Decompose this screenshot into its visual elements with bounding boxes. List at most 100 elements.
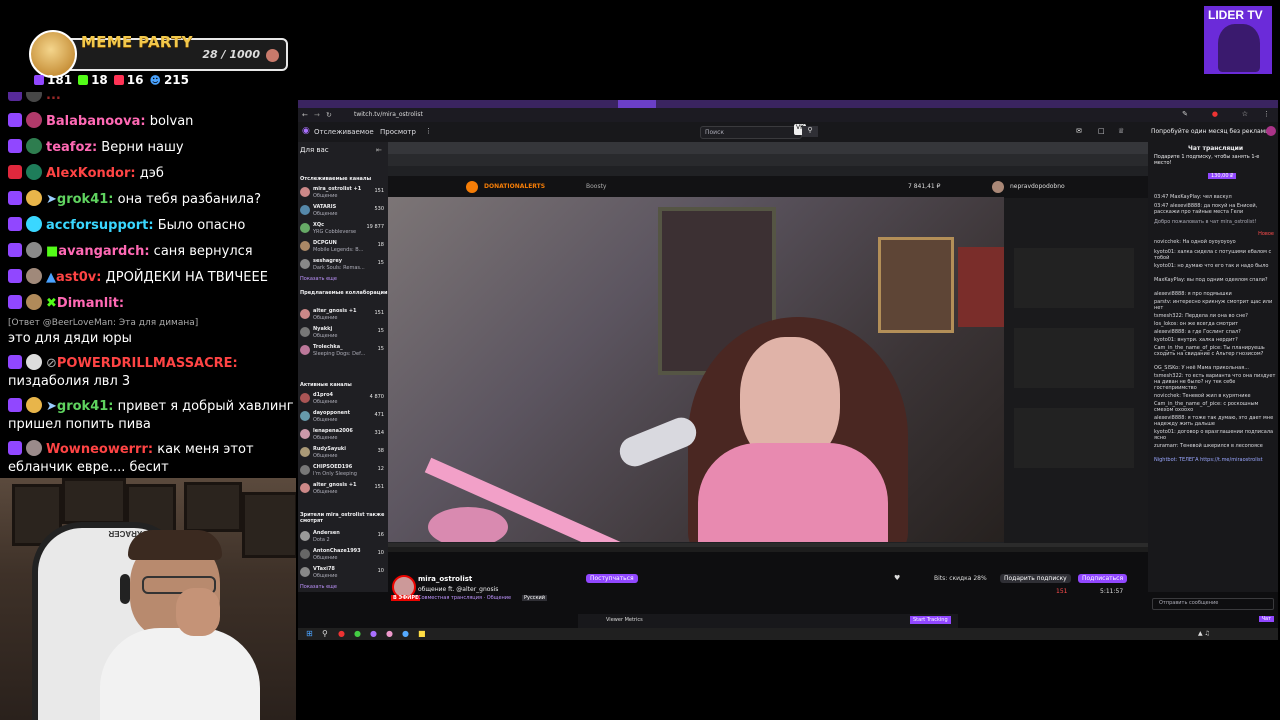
search-button-icon[interactable]: ⚲ xyxy=(802,126,818,137)
sidebar-channel[interactable]: d1pro4 Общение 4 870 xyxy=(300,392,386,408)
sidebar-channel[interactable]: XQc YRG Cobbleverse 19 877 xyxy=(300,222,386,238)
sidebar-channel[interactable]: mira_ostrolist +1 Общение 151 xyxy=(300,186,386,202)
collapse-icon[interactable]: ⇤ xyxy=(376,146,382,154)
streamer-name[interactable]: mira_ostrolist xyxy=(418,575,472,583)
twitch-logo-icon[interactable]: ◉ xyxy=(302,126,310,136)
bits-button[interactable]: Bits: скидка 28% xyxy=(934,575,987,582)
show-more-link[interactable]: Показать еще xyxy=(300,276,337,282)
bookmark-icon[interactable]: ☆ xyxy=(1242,110,1248,118)
nav-browse[interactable]: Просмотр xyxy=(380,128,416,136)
browser-taskbar-icon[interactable]: ● xyxy=(338,629,345,638)
chat-message: ⊘POWERDRILLMASSACRE: xyxy=(8,354,238,373)
nav-following[interactable]: Отслеживаемое xyxy=(314,128,374,136)
channel-viewers: 15 xyxy=(377,328,384,334)
chat-text: это для дяди юры xyxy=(8,331,132,346)
avatar xyxy=(26,440,42,456)
heart-icon[interactable]: ♥ xyxy=(894,574,900,582)
forward-icon[interactable]: → xyxy=(314,111,320,119)
inner-address-bar xyxy=(388,154,1148,166)
more-icon[interactable]: ⋮ xyxy=(425,127,432,135)
no-ads-promo[interactable]: Попробуйте один месяц без рекламы xyxy=(1151,128,1270,135)
folder-taskbar-icon[interactable]: ■ xyxy=(418,629,426,638)
channel-viewers: 151 xyxy=(374,310,384,316)
sidebar-channel[interactable]: RudySayuki Общение 38 xyxy=(300,446,386,462)
avatar xyxy=(300,309,310,319)
channel-category: Общение xyxy=(313,435,338,441)
language-tag[interactable]: Русский xyxy=(522,595,547,601)
extensions-icon[interactable]: ✎ xyxy=(1182,110,1188,118)
channel-category: Общение xyxy=(313,333,338,339)
sidebar-channel[interactable]: VATARIS Общение 530 xyxy=(300,204,386,220)
chat-input[interactable]: Отправить сообщение xyxy=(1152,598,1274,610)
sidebar-channel[interactable]: Andersen Dota 2 16 xyxy=(300,530,386,546)
boosty-link[interactable]: Boosty xyxy=(586,183,607,190)
avatar xyxy=(300,447,310,457)
alert-item xyxy=(1014,328,1134,388)
extension-icon[interactable]: ● xyxy=(1212,110,1218,118)
profile-avatar[interactable] xyxy=(1266,126,1276,136)
subscribe-button[interactable]: Подписаться xyxy=(1078,574,1128,583)
start-tracking-button[interactable]: Start Tracking xyxy=(910,616,951,624)
twitch-taskbar-icon[interactable]: ● xyxy=(370,629,377,638)
send-button[interactable]: Чат xyxy=(1258,616,1274,622)
sidebar-channel[interactable]: alter_gnosis +1 Общение 151 xyxy=(300,482,386,498)
sidebar-channel[interactable]: DCPGUN Mobile Legends: B... 18 xyxy=(300,240,386,256)
back-icon[interactable]: ← xyxy=(302,111,308,119)
alert-item xyxy=(1014,408,1134,468)
stream-player[interactable]: DONATIONALERTS Boosty 7 841,41 ₽ nepravd… xyxy=(388,142,1148,552)
channel-name: XQc xyxy=(313,222,325,228)
search-icon[interactable]: ⚲ xyxy=(322,629,328,638)
sidebar-channel[interactable]: seshagrey Dark Souls: Remas... 15 xyxy=(300,258,386,274)
chat-line: OG_SISKo: У неё Мама прикольная... xyxy=(1154,365,1249,371)
app-taskbar-icon[interactable]: ● xyxy=(386,629,393,638)
crown-icon[interactable]: ♕ xyxy=(1118,127,1124,135)
twitch-badge-icon xyxy=(8,398,22,412)
channel-viewers: 151 xyxy=(374,484,384,490)
twitch-top-nav: ◉ Отслеживаемое Просмотр ⋮ Поиск VK ⚲ ✉ … xyxy=(298,122,1278,143)
total-viewers-count: 215 xyxy=(163,73,189,87)
sidebar-channel[interactable]: alter_gnosis +1 Общение 151 xyxy=(300,308,386,324)
avatar xyxy=(300,393,310,403)
search-input[interactable]: Поиск xyxy=(700,126,802,139)
headphones xyxy=(120,574,130,604)
chat-overlay: ... Balabanoova: bolvan teafoz: Верни на… xyxy=(0,92,296,477)
follow-button[interactable]: Поступчаться xyxy=(586,574,638,583)
channel-viewers: 10 xyxy=(377,568,384,574)
stream-category[interactable]: Совместная трансляция · Общение xyxy=(418,595,511,601)
show-more-link[interactable]: Показать еще xyxy=(300,584,337,590)
da-username[interactable]: nepravdopodobno xyxy=(1010,183,1065,190)
sidebar-channel[interactable]: VTaxi78 Общение 10 xyxy=(300,566,386,582)
donationalerts-title[interactable]: DONATIONALERTS xyxy=(484,183,545,190)
menu-icon[interactable]: ⋮ xyxy=(1263,110,1270,118)
vk-viewers-count: 16 xyxy=(126,73,144,87)
reload-icon[interactable]: ↻ xyxy=(326,111,332,119)
viewer-stats: 181 18 16 ☻ 215 xyxy=(34,73,189,87)
chat-text: ебланчик евре.... бесит xyxy=(8,460,169,475)
sidebar-channel[interactable]: dayopponent Общение 471 xyxy=(300,410,386,426)
notifications-icon[interactable]: ✉ xyxy=(1076,127,1082,135)
twitch-viewers-count: 181 xyxy=(47,73,73,87)
gift-sub-button[interactable]: Подарить подписку xyxy=(1000,574,1071,583)
twitch-chat-panel: Чат трансляции Подарите 1 подписку, чтоб… xyxy=(1148,142,1278,622)
channel-name: seshagrey xyxy=(313,258,342,264)
sidebar-channel[interactable]: CHIPSOED196 I'm Only Sleeping 12 xyxy=(300,464,386,480)
windows-start-icon[interactable]: ⊞ xyxy=(306,629,313,638)
chat-message: Wowneowerrr: как меня этот xyxy=(8,440,254,459)
chat-line: alexevi8888: я тоже так думаю, это дает … xyxy=(1154,415,1274,427)
chat-nick: POWERDRILLMASSACRE: xyxy=(56,356,238,371)
gift-price-button[interactable]: 130,00 ₽ xyxy=(1208,173,1237,179)
app-taskbar-icon[interactable]: ● xyxy=(354,629,361,638)
sidebar-channel[interactable]: AntonChaze1993 Общение 10 xyxy=(300,548,386,564)
gift-promo: Подарите 1 подписку, чтобы занять 1-е ме… xyxy=(1154,154,1260,166)
sidebar-channel[interactable]: Nyakkj Общение 15 xyxy=(300,326,386,342)
url-field[interactable]: twitch.tv/mira_ostrolist xyxy=(354,111,423,118)
no-icon: ⊘ xyxy=(46,356,57,371)
gun-icon: ➤ xyxy=(46,399,57,414)
sidebar-channel[interactable]: lenapena2006 Общение 314 xyxy=(300,428,386,444)
whispers-icon[interactable]: □ xyxy=(1098,127,1105,135)
avatar xyxy=(300,429,310,439)
sidebar-channel[interactable]: Trolechka_ Sleeping Dogs: Def... 15 xyxy=(300,344,386,360)
app-taskbar-icon[interactable]: ● xyxy=(402,629,409,638)
avatar xyxy=(300,549,310,559)
active-tab[interactable] xyxy=(618,100,656,108)
